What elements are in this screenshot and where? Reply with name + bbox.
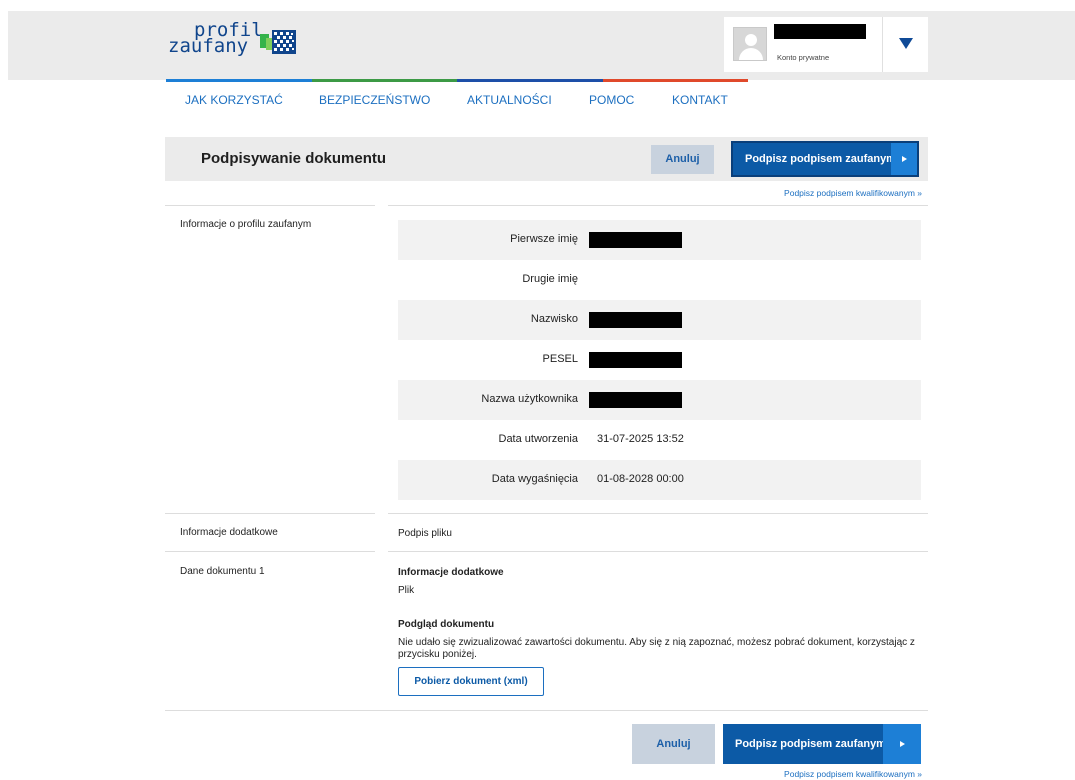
field-value: 31-07-2025 13:52 xyxy=(597,433,684,445)
divider xyxy=(165,710,928,711)
user-name: Jan Kowalski xyxy=(774,24,866,39)
info-row-created: Data utworzenia 31-07-2025 13:52 xyxy=(398,420,921,460)
main-nav: JAK KORZYSTAĆ BEZPIECZEŃSTWO AKTUALNOŚCI… xyxy=(0,93,1075,109)
section-label-document: Dane dokumentu 1 xyxy=(180,566,265,577)
nav-item-aktualnosci[interactable]: AKTUALNOŚCI xyxy=(467,93,552,107)
section-label-profile: Informacje o profilu zaufanym xyxy=(180,219,312,230)
nav-item-jak-korzystac[interactable]: JAK KORZYSTAĆ xyxy=(185,93,283,107)
play-arrow-icon xyxy=(883,724,921,764)
info-row-first-name: Pierwsze imię Jan xyxy=(398,220,921,260)
sign-trusted-button-top[interactable]: Podpisz podpisem zaufanym xyxy=(731,141,919,177)
divider xyxy=(165,205,375,206)
document-info-heading: Informacje dodatkowe xyxy=(398,567,504,578)
section-label-additional: Informacje dodatkowe xyxy=(180,527,278,538)
avatar xyxy=(733,27,767,61)
document-preview-heading: Podgląd dokumentu xyxy=(398,619,495,630)
info-row-surname: Nazwisko Kowalski xyxy=(398,300,921,340)
info-row-pesel: PESEL 00000000000 xyxy=(398,340,921,380)
redacted-value: Kowalski xyxy=(589,312,682,328)
user-menu-divider xyxy=(882,17,883,72)
redacted-value: Jan xyxy=(589,232,682,248)
user-menu[interactable]: Jan Kowalski Konto prywatne xyxy=(724,17,928,72)
divider xyxy=(388,205,928,206)
page-title: Podpisywanie dokumentu xyxy=(201,150,387,167)
account-type: Konto prywatne xyxy=(777,53,830,62)
brand-color-stripe xyxy=(166,79,748,82)
nav-item-kontakt[interactable]: KONTAKT xyxy=(672,93,728,107)
field-key: Data wygaśnięcia xyxy=(491,473,578,485)
additional-info-value: Podpis pliku xyxy=(398,528,452,539)
logo-mark-icon xyxy=(260,30,296,54)
document-preview-message: Nie udało się zwizualizować zawartości d… xyxy=(398,637,915,660)
profil-zaufany-logo[interactable]: profil zaufany xyxy=(168,21,318,68)
redacted-value: jkowalski xyxy=(589,392,682,408)
field-key: Data utworzenia xyxy=(498,433,579,445)
sign-qualified-link-bottom[interactable]: Podpisz podpisem kwalifikowanym » xyxy=(784,769,922,779)
divider xyxy=(165,513,375,514)
cancel-button-top[interactable]: Anuluj xyxy=(651,145,714,174)
cancel-button-bottom[interactable]: Anuluj xyxy=(632,724,715,764)
field-value: 01-08-2028 00:00 xyxy=(597,473,684,485)
divider xyxy=(388,513,928,514)
play-arrow-icon xyxy=(891,143,917,175)
sign-trusted-button-bottom[interactable]: Podpisz podpisem zaufanym xyxy=(723,724,921,764)
field-key: PESEL xyxy=(542,353,578,365)
info-row-username: Nazwa użytkownika jkowalski xyxy=(398,380,921,420)
sign-trusted-label: Podpisz podpisem zaufanym xyxy=(745,153,896,165)
chevron-down-icon[interactable] xyxy=(899,38,913,49)
info-row-expires: Data wygaśnięcia 01-08-2028 00:00 xyxy=(398,460,921,500)
sign-trusted-label: Podpisz podpisem zaufanym xyxy=(735,738,886,750)
nav-item-bezpieczenstwo[interactable]: BEZPIECZEŃSTWO xyxy=(319,93,430,107)
field-key: Drugie imię xyxy=(522,273,578,285)
download-document-button[interactable]: Pobierz dokument (xml) xyxy=(398,667,544,696)
nav-item-pomoc[interactable]: POMOC xyxy=(589,93,634,107)
field-key: Pierwsze imię xyxy=(510,233,578,245)
redacted-value: 00000000000 xyxy=(589,352,682,368)
divider xyxy=(165,551,375,552)
field-key: Nazwa użytkownika xyxy=(481,393,578,405)
field-key: Nazwisko xyxy=(530,313,578,325)
sign-qualified-link-top[interactable]: Podpisz podpisem kwalifikowanym » xyxy=(784,188,922,198)
document-info-value: Plik xyxy=(398,585,415,596)
info-row-second-name: Drugie imię xyxy=(398,260,921,300)
divider xyxy=(388,551,928,552)
logo-wordmark: profil zaufany xyxy=(168,21,263,56)
